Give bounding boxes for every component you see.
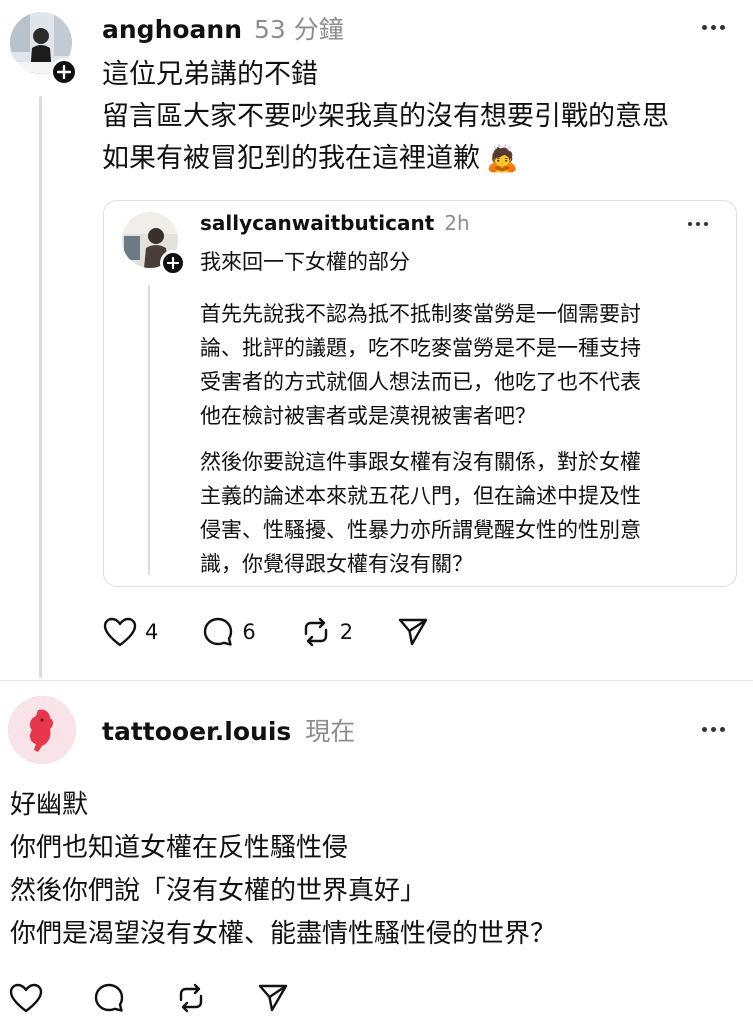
comment-bubble-icon (94, 983, 124, 1012)
like-button[interactable] (9, 983, 43, 1013)
more-dots-icon[interactable] (702, 727, 725, 732)
quoted-timestamp: 2h (444, 211, 470, 235)
post-line: 你們也知道女權在反性騷性侵 (10, 833, 349, 863)
more-dots-icon[interactable] (688, 222, 708, 226)
post-body: 這位兄弟講的不錯 留言區大家不要吵架我真的沒有想要引戰的意思 如果有被冒犯到的我… (102, 54, 742, 180)
post-line: 留言區大家不要吵架我真的沒有想要引戰的意思 (102, 101, 669, 132)
heart-icon (9, 983, 43, 1013)
quoted-post[interactable]: sallycanwaitbuticant 2h 我來回一下女權的部分 首先先說我… (103, 200, 737, 587)
like-count: 4 (145, 620, 159, 644)
avatar-tattooer-louis[interactable] (8, 696, 76, 764)
comment-bubble-icon (204, 617, 233, 646)
share-button[interactable] (397, 617, 429, 647)
like-button[interactable]: 4 (103, 617, 158, 647)
post-timestamp: 53 分鐘 (254, 15, 344, 44)
thread-line (39, 96, 42, 678)
bowing-emoji: 🙇 (486, 144, 519, 174)
send-icon (258, 984, 288, 1012)
post-action-bar: 4 6 2 (103, 616, 429, 648)
quoted-username[interactable]: sallycanwaitbuticant (200, 211, 434, 235)
heart-icon (103, 617, 137, 647)
post-line: 你們是渴望沒有女權、能盡情性騷性侵的世界？ (10, 919, 557, 949)
repost-count: 2 (339, 620, 354, 644)
quoted-paragraph: 首先先說我不認為抵不抵制麥當勞是一個需要討 論、批評的議題，吃不吃麥當勞是不是一… (200, 302, 641, 428)
send-icon (398, 618, 428, 646)
post-username[interactable]: anghoann (102, 15, 242, 44)
comment-button[interactable] (93, 982, 125, 1014)
post-line: 如果有被冒犯到的我在這裡道歉 🙇 (102, 138, 742, 180)
post-body: 好幽默 你們也知道女權在反性騷性侵 然後你們說「沒有女權的世界真好」 你們是渴望… (10, 784, 740, 956)
share-button[interactable] (257, 983, 289, 1013)
post-line: 好幽默 (10, 790, 89, 820)
follow-plus-icon[interactable] (160, 250, 186, 276)
repost-button[interactable] (175, 982, 207, 1014)
post-line: 這位兄弟講的不錯 (102, 59, 318, 90)
follow-plus-icon[interactable] (50, 58, 78, 86)
post-action-bar (9, 982, 289, 1014)
post-timestamp: 現在 (305, 717, 356, 746)
more-dots-icon[interactable] (702, 25, 725, 30)
repost-button[interactable]: 2 (300, 616, 353, 648)
quoted-paragraph: 然後你要說這件事跟女權有沒有關係，對於女權 主義的論述本來就五花八門，但在論述中… (200, 450, 641, 576)
thread-line (148, 285, 150, 575)
comment-count: 6 (242, 620, 256, 644)
repost-icon (179, 983, 203, 1013)
post-divider (0, 680, 753, 681)
post-username[interactable]: tattooer.louis (102, 717, 291, 746)
repost-icon (304, 617, 327, 647)
quoted-headline: 我來回一下女權的部分 (200, 250, 410, 274)
comment-button[interactable]: 6 (202, 616, 256, 648)
post-line: 然後你們說「沒有女權的世界真好」 (10, 876, 427, 906)
